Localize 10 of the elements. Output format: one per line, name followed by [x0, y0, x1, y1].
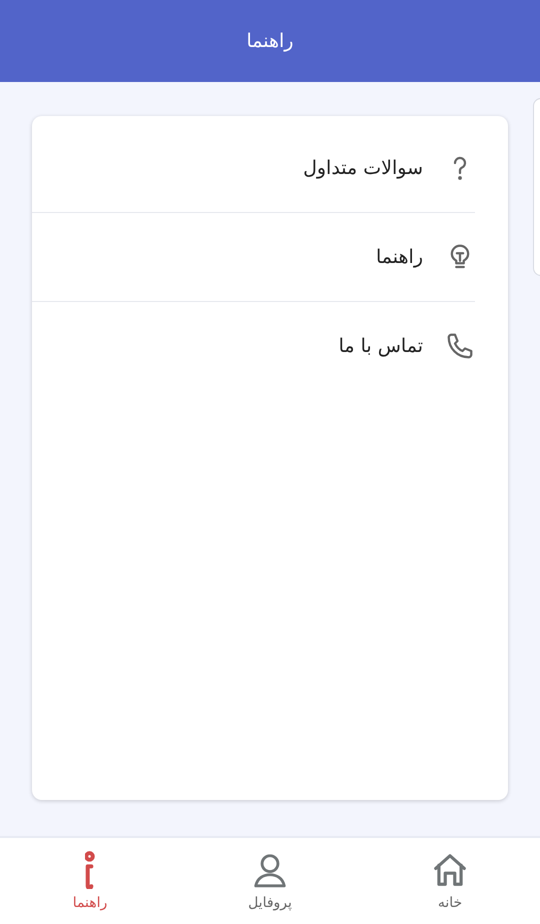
info-icon	[85, 851, 95, 889]
nav-tab[interactable]: پروفایل	[180, 838, 360, 924]
nav-tab[interactable]: راهنما	[0, 838, 180, 924]
home-icon	[431, 851, 469, 889]
phone-icon	[445, 331, 475, 361]
menu-item[interactable]: راهنما	[32, 213, 475, 302]
menu-item[interactable]: سوالات متداول	[32, 124, 475, 213]
menu-item[interactable]: تماس با ما	[32, 302, 475, 390]
header-title: راهنما	[246, 30, 294, 52]
nav-tab[interactable]: خانه	[360, 838, 540, 924]
